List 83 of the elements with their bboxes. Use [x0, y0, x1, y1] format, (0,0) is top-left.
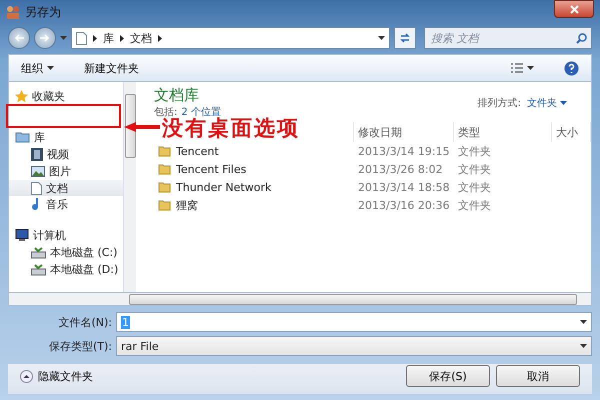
- folder-icon: [158, 163, 171, 175]
- field-label: 文件名(N):: [57, 314, 112, 330]
- table-cell-text: 文件夹: [457, 198, 492, 214]
- table-cell-text: 2013/3/14 18:58: [357, 180, 451, 196]
- folder-icon: [158, 145, 171, 157]
- folder-icon: [158, 199, 171, 211]
- vertical-scrollbar[interactable]: [123, 82, 136, 292]
- table-cell-text: 文件夹: [457, 144, 492, 160]
- library-title: 文档库: [154, 86, 200, 105]
- close-button[interactable]: [554, 0, 594, 18]
- dialog-button[interactable]: 保存(S): [406, 365, 490, 387]
- field-label: 保存类型(T):: [48, 338, 112, 354]
- dialog-button[interactable]: 取消: [496, 365, 580, 387]
- picture-icon: [31, 166, 45, 177]
- document-icon: [31, 182, 42, 194]
- caret-icon: [47, 66, 54, 70]
- annotation-arrow: [124, 122, 160, 132]
- caret-icon: [60, 36, 67, 40]
- table-cell-text: 2013/3/16 20:36: [357, 198, 451, 214]
- caret-icon: [560, 101, 567, 105]
- sidebar-item[interactable]: 本地磁盘 (C:): [9, 244, 123, 262]
- organize-button[interactable]: 组织: [17, 58, 58, 78]
- breadcrumb-item[interactable]: 文档: [130, 30, 152, 46]
- sidebar-item[interactable]: 库: [9, 128, 123, 146]
- column-header[interactable]: 类型: [454, 122, 552, 142]
- search-input[interactable]: 搜索 文档: [429, 30, 576, 46]
- computer-icon: [15, 229, 29, 242]
- table-cell-text: 2013/3/14 19:15: [357, 144, 451, 160]
- sidebar-item[interactable]: 音乐: [9, 196, 123, 214]
- sidebar-item[interactable]: 计算机: [9, 227, 123, 244]
- folder-icon: [158, 181, 171, 193]
- table-cell-text: 2013/3/26 8:02: [357, 162, 444, 178]
- table-cell-text: 文件夹: [457, 180, 492, 196]
- drive-icon: [31, 264, 46, 276]
- file-name-cell[interactable]: Tencent: [154, 142, 354, 160]
- chevron-icon: [158, 34, 162, 42]
- address-bar[interactable]: 库 文档: [71, 27, 390, 49]
- help-icon: [564, 60, 579, 76]
- file-name-cell[interactable]: 狸窝: [154, 196, 354, 214]
- new-folder-button[interactable]: 新建文件夹: [80, 58, 143, 78]
- people-icon: [6, 5, 20, 19]
- breadcrumb-item[interactable]: 库: [103, 30, 114, 46]
- file-type-dropdown[interactable]: rar File: [116, 336, 592, 356]
- caret-icon: [378, 36, 385, 40]
- column-header[interactable]: 大小: [552, 122, 591, 142]
- refresh-button[interactable]: [394, 27, 416, 49]
- sidebar-item[interactable]: 视频: [9, 146, 123, 163]
- window-title: 另存为: [25, 4, 62, 20]
- close-icon: [570, 4, 578, 14]
- forward-arrow-icon: [40, 34, 50, 42]
- star-icon: [15, 90, 28, 103]
- sidebar-item[interactable]: 本地磁盘 (D:): [9, 261, 123, 278]
- drive-icon: [31, 246, 46, 259]
- document-icon: [76, 32, 87, 44]
- film-icon: [31, 148, 43, 161]
- file-name-cell[interactable]: Tencent Files: [154, 160, 354, 178]
- column-header[interactable]: 修改日期: [354, 122, 454, 142]
- chevron-icon: [120, 34, 124, 42]
- caret-icon: [527, 66, 534, 70]
- list-view-icon: [511, 62, 523, 74]
- library-icon: [15, 131, 30, 144]
- sort-dropdown[interactable]: 文件夹: [527, 96, 567, 110]
- back-button[interactable]: [8, 27, 30, 49]
- file-name-cell[interactable]: Thunder Network: [154, 178, 354, 196]
- forward-button[interactable]: [34, 27, 56, 49]
- sort-label: 排列方式:: [478, 96, 521, 110]
- locations-link[interactable]: 2 个位置: [181, 107, 221, 118]
- refresh-icon: [399, 32, 411, 44]
- annotation-text: 没有桌面选项: [162, 117, 300, 138]
- collapse-icon: [20, 370, 33, 382]
- search-icon: [576, 32, 587, 44]
- sidebar-item[interactable]: 文档: [9, 180, 123, 196]
- chevron-icon: [93, 34, 97, 42]
- horizontal-scrollbar[interactable]: [8, 293, 592, 306]
- table-cell-text: 文件夹: [457, 162, 492, 178]
- search-field[interactable]: 搜索 文档: [424, 27, 592, 49]
- sidebar-item[interactable]: 收藏夹: [9, 88, 123, 105]
- caret-icon: [580, 320, 587, 324]
- caret-icon: [580, 344, 587, 348]
- back-arrow-icon: [14, 34, 24, 42]
- includes-text: 包括: 2 个位置: [154, 106, 221, 118]
- sidebar-item[interactable]: 图片: [9, 162, 123, 180]
- hide-folders-button[interactable]: 隐藏文件夹: [20, 368, 93, 384]
